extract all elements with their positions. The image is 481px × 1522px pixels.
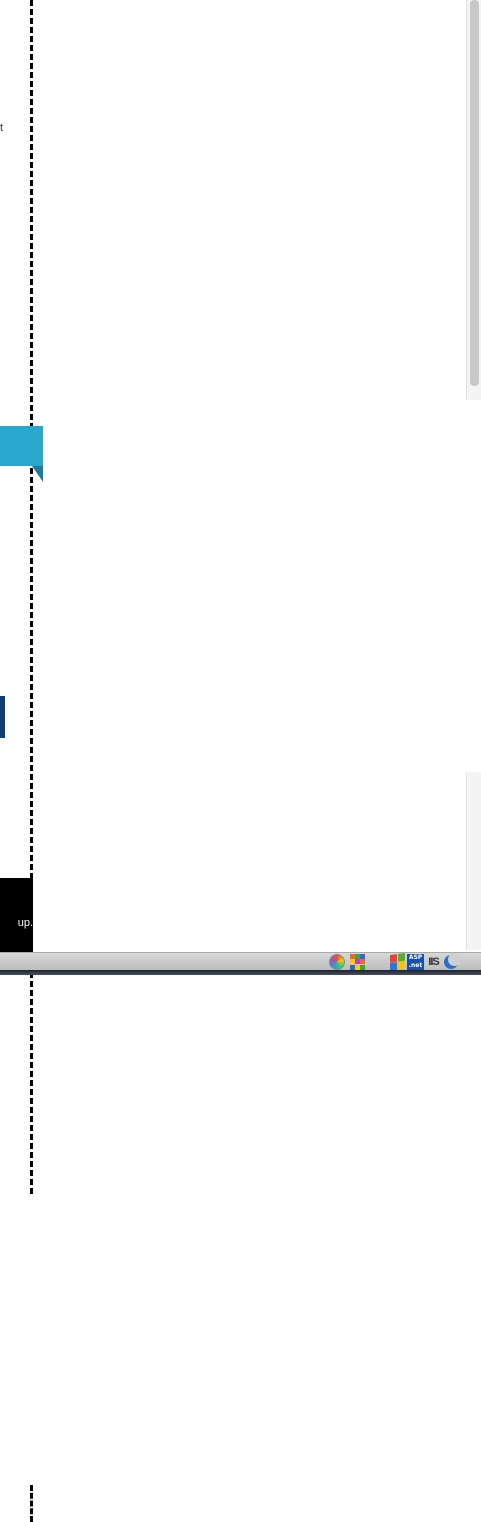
dashed-divider (30, 0, 33, 1194)
side-tab[interactable] (0, 696, 5, 738)
ribbon-fold (32, 466, 43, 482)
clipped-text-fragment: t (0, 122, 3, 134)
scrollbar-thumb[interactable] (470, 0, 479, 386)
page: t up. ASP .net IIS (0, 0, 481, 1522)
crescent-icon[interactable] (444, 953, 461, 970)
iis-icon[interactable]: IIS (426, 954, 441, 970)
ribbon-tab[interactable] (0, 426, 43, 466)
status-bar: ASP .net IIS (0, 952, 481, 972)
tooltip-text: up. (17, 917, 33, 929)
asp-net-icon[interactable]: ASP .net (407, 954, 424, 970)
scrollbar-track-lower[interactable] (466, 772, 481, 950)
status-bar-icons: ASP .net IIS (324, 952, 461, 972)
color-grid-icon[interactable] (350, 954, 365, 970)
dashed-divider-lower (30, 1485, 33, 1522)
status-bar-shadow (0, 970, 481, 975)
tooltip-box: up. (0, 878, 33, 952)
color-wheel-icon[interactable] (329, 954, 345, 970)
windows-flag-icon[interactable] (390, 952, 405, 972)
tooltip-text-clip: up. (0, 916, 33, 930)
